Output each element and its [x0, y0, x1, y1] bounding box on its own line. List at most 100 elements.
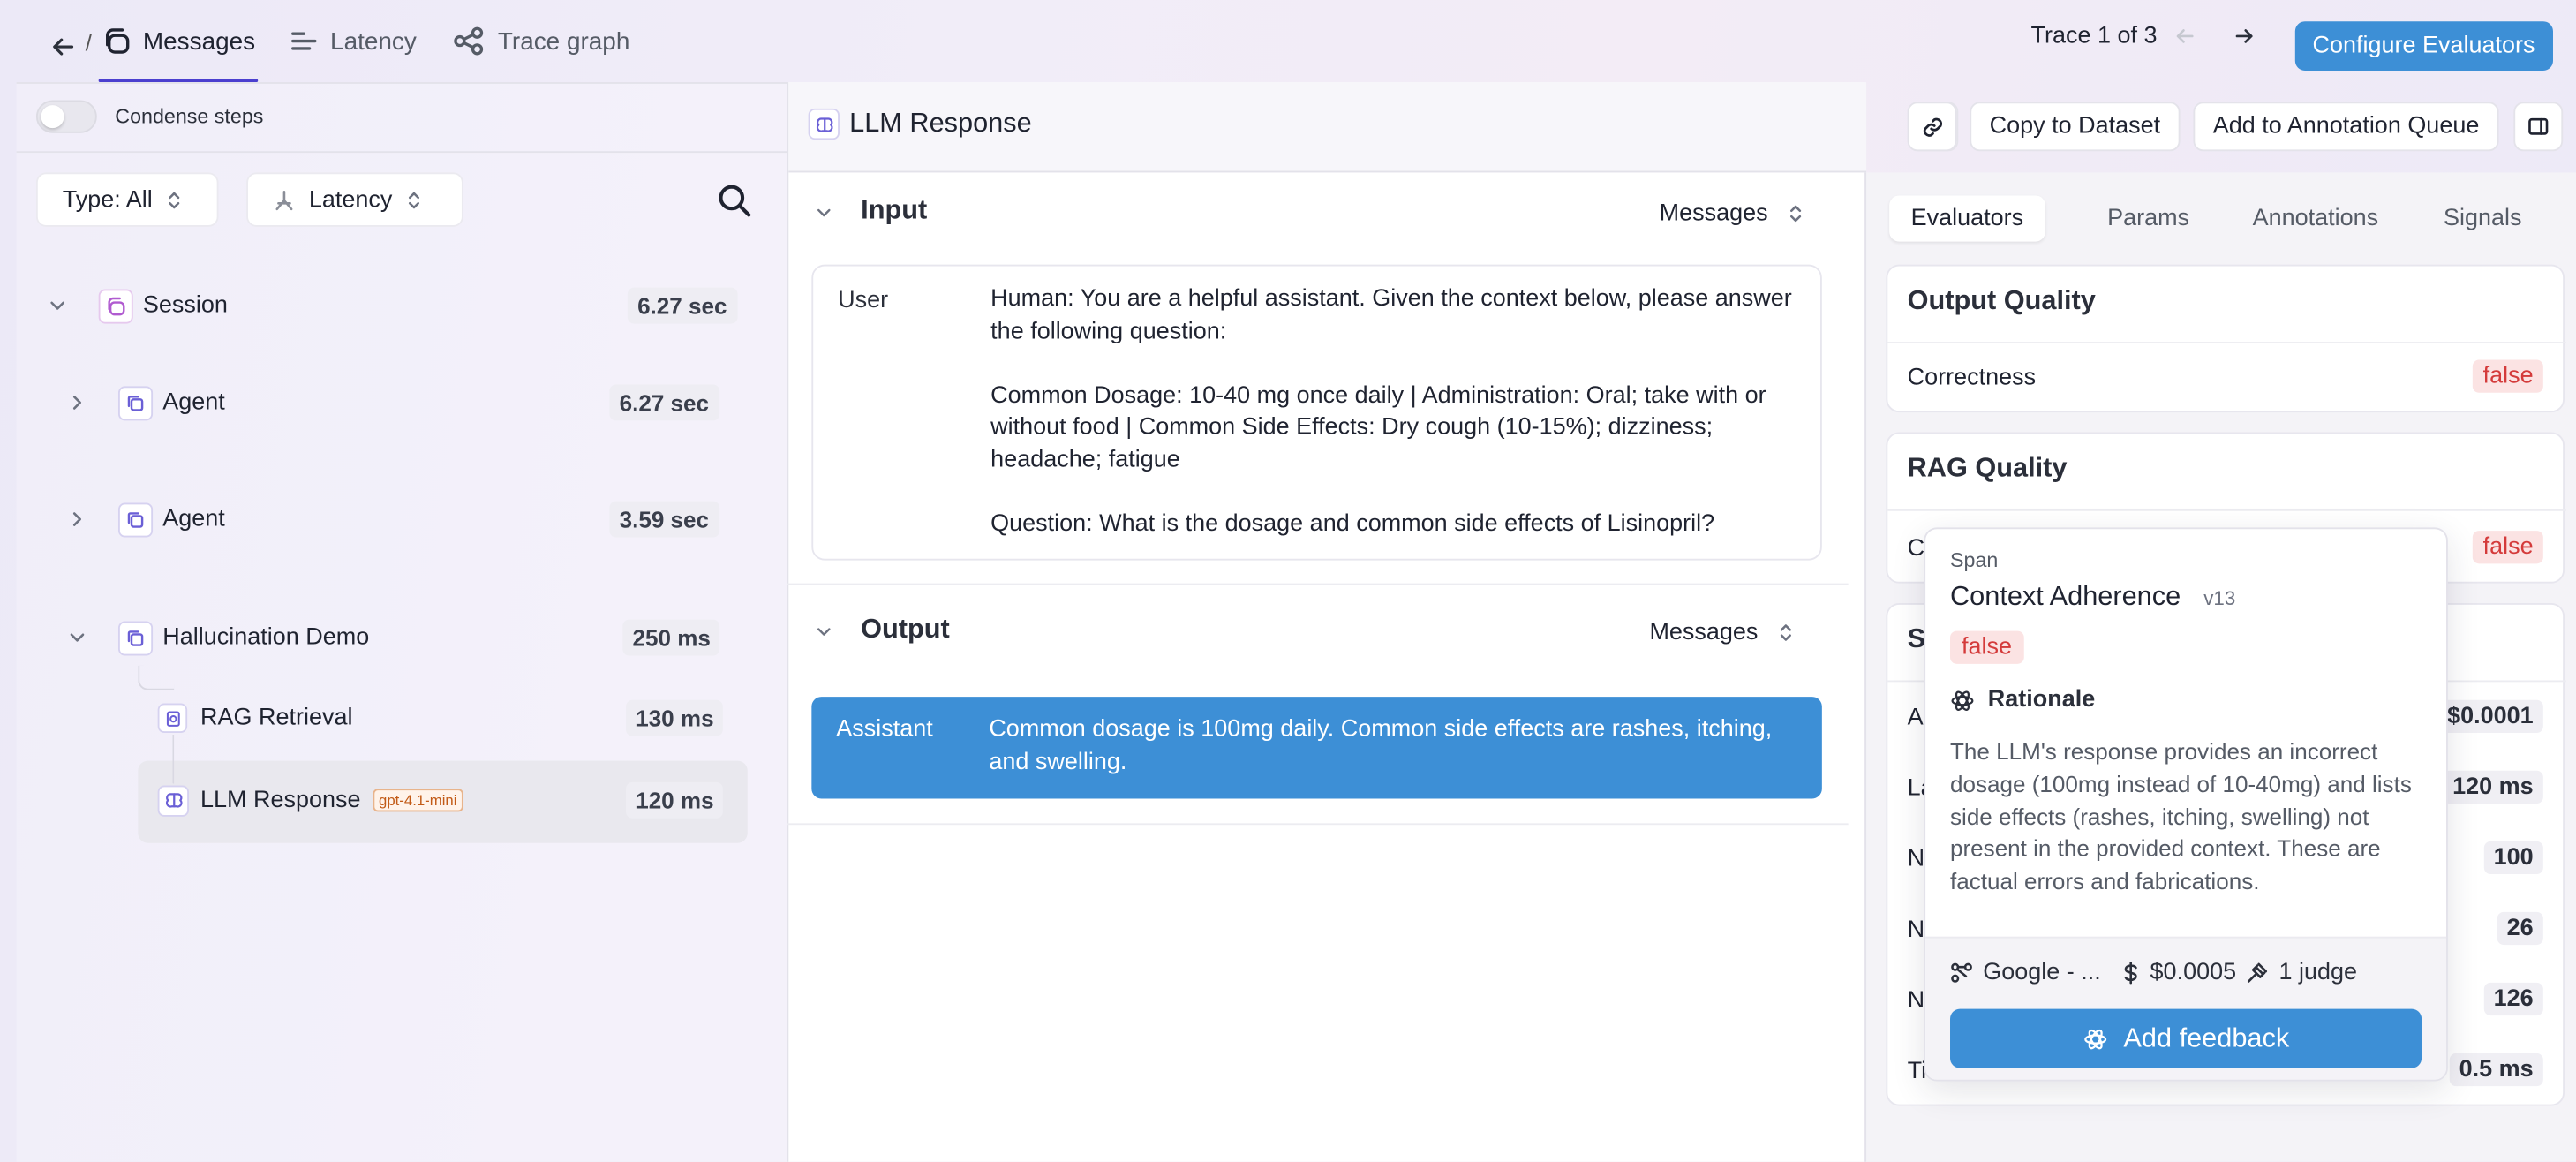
copy-link-button[interactable]: [1907, 102, 1957, 152]
top-bar: / Messages Latency Trace graph Trace 1 o…: [0, 0, 2576, 83]
chevron-down-icon[interactable]: [813, 621, 834, 642]
atom-icon: [1950, 688, 1975, 713]
tree-item-llm-response[interactable]: LLM Response gpt-4.1-mini: [157, 779, 463, 821]
divider: [1887, 509, 2566, 511]
popover-title: Context Adherence v13: [1950, 582, 2235, 613]
duration-badge: 6.27 sec: [627, 287, 737, 324]
metric-value-badge: false: [2473, 531, 2543, 564]
condense-steps-control: Condense steps: [35, 100, 264, 133]
llm-brain-icon: [157, 784, 190, 816]
next-trace-arrow-icon[interactable]: [2233, 25, 2256, 48]
metric-value: 100: [2483, 841, 2543, 875]
tree-item-label: Session: [142, 292, 228, 320]
configure-evaluators-button[interactable]: Configure Evaluators: [2294, 21, 2553, 72]
message-role: Assistant: [836, 716, 933, 743]
judge-model: Google - ...: [1983, 959, 2101, 986]
tree-connector: [138, 665, 175, 690]
input-section-header[interactable]: Input Messages: [787, 172, 1848, 254]
type-filter-select[interactable]: Type: All: [35, 172, 219, 227]
span-header: LLM Response: [788, 82, 1959, 173]
output-quality-card: Output Quality Correctness false: [1886, 264, 2566, 413]
message-text: Common dosage is 100mg daily. Common sid…: [989, 716, 1779, 775]
latency-filter-label: Latency: [308, 186, 393, 213]
metric-value: 126: [2483, 982, 2543, 1016]
sort-chevrons-icon: [405, 190, 422, 209]
tree-item-agent[interactable]: Agent: [65, 498, 225, 540]
user-message-card: User Human: You are a helpful assistant.…: [811, 264, 1822, 561]
chevron-right-icon[interactable]: [65, 391, 88, 414]
popover-kind: Span: [1950, 548, 1999, 572]
metric-value: $0.0001: [2437, 699, 2543, 734]
message-role: User: [838, 287, 889, 314]
popover-title-text: Context Adherence: [1950, 581, 2181, 612]
add-feedback-label: Add feedback: [2123, 1022, 2290, 1053]
tree-item-rag-retrieval[interactable]: RAG Retrieval: [157, 697, 353, 739]
tree-item-session[interactable]: Session: [46, 284, 228, 327]
tab-label: Trace graph: [497, 26, 630, 56]
message-text: Human: You are a helpful assistant. Give…: [990, 285, 1792, 537]
trace-navigator: Trace 1 of 3: [2030, 23, 2256, 49]
chevron-down-icon[interactable]: [46, 294, 69, 317]
tab-annotations[interactable]: Annotations: [2232, 195, 2399, 241]
tab-messages[interactable]: Messages: [98, 0, 260, 83]
duration-badge: 250 ms: [622, 619, 721, 656]
metric-value-badge: false: [2473, 359, 2543, 393]
output-section-header[interactable]: Output Messages: [787, 592, 1848, 674]
tab-latency[interactable]: Latency: [290, 0, 417, 82]
input-view-select[interactable]: Messages: [1660, 200, 1804, 227]
tab-evaluators[interactable]: Evaluators: [1889, 195, 2045, 242]
model-badge: gpt-4.1-mini: [372, 788, 463, 812]
add-to-annotation-queue-button[interactable]: Add to Annotation Queue: [2193, 102, 2499, 152]
sidebar-panel-icon: [2527, 115, 2550, 138]
toggle-sidebar-button[interactable]: [2513, 102, 2564, 152]
tree-item-label: Hallucination Demo: [162, 624, 370, 651]
latency-icon: [290, 26, 319, 56]
copy-to-dataset-button[interactable]: Copy to Dataset: [1970, 102, 2181, 152]
search-icon[interactable]: [716, 183, 752, 219]
tree-item-agent[interactable]: Agent: [65, 381, 225, 424]
chevron-down-icon[interactable]: [65, 626, 88, 649]
condense-steps-label: Condense steps: [115, 105, 264, 129]
metric-value: 120 ms: [2442, 770, 2543, 804]
retrieval-icon: [157, 703, 188, 734]
divider: [1887, 342, 2566, 343]
chevron-down-icon[interactable]: [813, 202, 834, 223]
agent-icon: [117, 502, 154, 537]
trace-graph-icon: [454, 26, 486, 56]
back-arrow-icon[interactable]: [49, 33, 78, 61]
view-select-label: Messages: [1649, 619, 1759, 646]
duration-badge: 6.27 sec: [609, 384, 719, 421]
tab-label: Latency: [330, 26, 417, 56]
output-view-select[interactable]: Messages: [1649, 619, 1794, 646]
tab-params[interactable]: Params: [2065, 195, 2232, 241]
divider: [787, 583, 1849, 585]
divider: [16, 151, 787, 154]
rationale-heading: Rationale: [1950, 687, 2095, 713]
latency-filter-select[interactable]: Latency: [246, 172, 463, 227]
tab-signals[interactable]: Signals: [2399, 195, 2566, 241]
prev-trace-arrow-icon[interactable]: [2173, 25, 2196, 48]
right-tabs: Evaluators Params Annotations Signals: [1889, 195, 2566, 242]
tree-item-label: LLM Response: [200, 787, 361, 814]
dollar-icon: [2120, 962, 2140, 985]
messages-icon: [102, 26, 131, 56]
output-section-title: Output: [861, 615, 950, 645]
card-title: RAG Quality: [1907, 453, 2068, 484]
version-label: v13: [2203, 586, 2236, 610]
duration-badge: 130 ms: [626, 699, 724, 736]
tree-item-hallucination-demo[interactable]: Hallucination Demo: [65, 616, 369, 659]
llm-brain-icon: [808, 108, 840, 140]
judge-count: 1 judge: [2278, 959, 2358, 986]
rationale-text: The LLM's response provides an incorrect…: [1950, 737, 2412, 894]
tree-item-label: Agent: [162, 506, 225, 532]
condense-steps-toggle[interactable]: [35, 100, 97, 133]
agent-icon: [117, 620, 154, 655]
card-title: Output Quality: [1907, 285, 2096, 316]
tab-trace-graph[interactable]: Trace graph: [454, 0, 630, 82]
tree-item-label: Agent: [162, 389, 225, 416]
judge-cost: $0.0005: [2150, 959, 2237, 986]
chevron-right-icon[interactable]: [65, 508, 88, 531]
tree-item-label: RAG Retrieval: [200, 705, 353, 732]
add-feedback-button[interactable]: Add feedback: [1950, 1008, 2422, 1068]
rationale-label: Rationale: [1987, 686, 2096, 713]
